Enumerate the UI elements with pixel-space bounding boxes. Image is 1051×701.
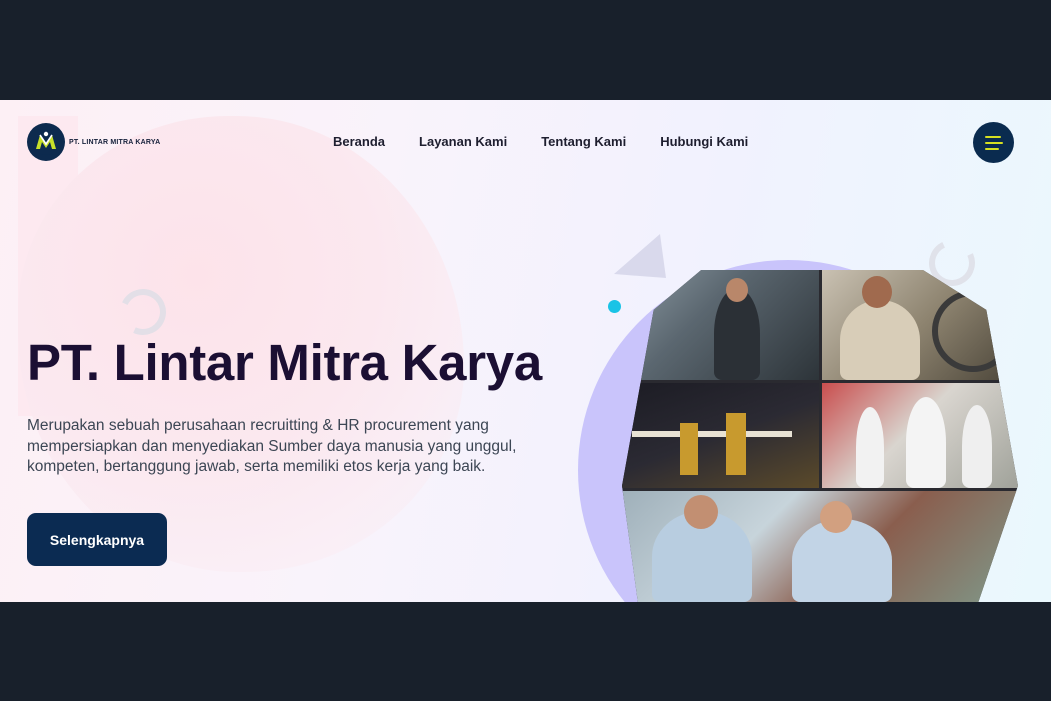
nav-item-beranda[interactable]: Beranda bbox=[333, 134, 385, 149]
photo-cleaning-team bbox=[822, 383, 1018, 488]
steering-wheel bbox=[932, 290, 1014, 372]
person-head bbox=[684, 495, 718, 529]
photo-driver bbox=[822, 270, 1018, 380]
hero-photo-collage bbox=[622, 270, 1018, 602]
navbar: PT. LINTAR MITRA KARYA Beranda Layanan K… bbox=[0, 100, 1051, 184]
hamburger-menu-button[interactable] bbox=[973, 122, 1014, 163]
person-head bbox=[820, 501, 852, 533]
logo-icon bbox=[27, 123, 65, 161]
person-figure bbox=[962, 405, 992, 488]
person-figure bbox=[906, 397, 946, 488]
hamburger-icon bbox=[984, 135, 1001, 138]
person-head bbox=[726, 278, 748, 302]
brand-name: PT. LINTAR MITRA KARYA bbox=[69, 138, 161, 146]
barrier-post bbox=[680, 423, 698, 475]
decorative-triangle-icon bbox=[614, 234, 666, 278]
photo-worker-tablet bbox=[622, 270, 819, 380]
brand-logo[interactable]: PT. LINTAR MITRA KARYA bbox=[27, 123, 160, 161]
barrier-post bbox=[726, 413, 746, 475]
nav-item-hubungi-kami[interactable]: Hubungi Kami bbox=[660, 134, 748, 149]
nav-item-tentang-kami[interactable]: Tentang Kami bbox=[541, 134, 626, 149]
selengkapnya-button[interactable]: Selengkapnya bbox=[27, 513, 167, 566]
photo-parking-barrier bbox=[622, 383, 819, 488]
person-figure bbox=[840, 300, 920, 380]
decorative-dot bbox=[608, 300, 621, 313]
hero-title: PT. Lintar Mitra Karya bbox=[27, 334, 542, 391]
hero-section: PT. LINTAR MITRA KARYA Beranda Layanan K… bbox=[0, 100, 1051, 602]
person-figure bbox=[856, 407, 884, 488]
person-head bbox=[862, 276, 892, 308]
photo-security-guards bbox=[622, 491, 1018, 602]
hamburger-line bbox=[984, 147, 999, 150]
nav-links: Beranda Layanan Kami Tentang Kami Hubung… bbox=[333, 134, 748, 149]
hero-description: Merupakan sebuah perusahaan recruitting … bbox=[27, 417, 517, 475]
barrier-arm bbox=[632, 431, 792, 437]
nav-item-layanan-kami[interactable]: Layanan Kami bbox=[419, 134, 507, 149]
hamburger-line bbox=[984, 141, 1003, 144]
